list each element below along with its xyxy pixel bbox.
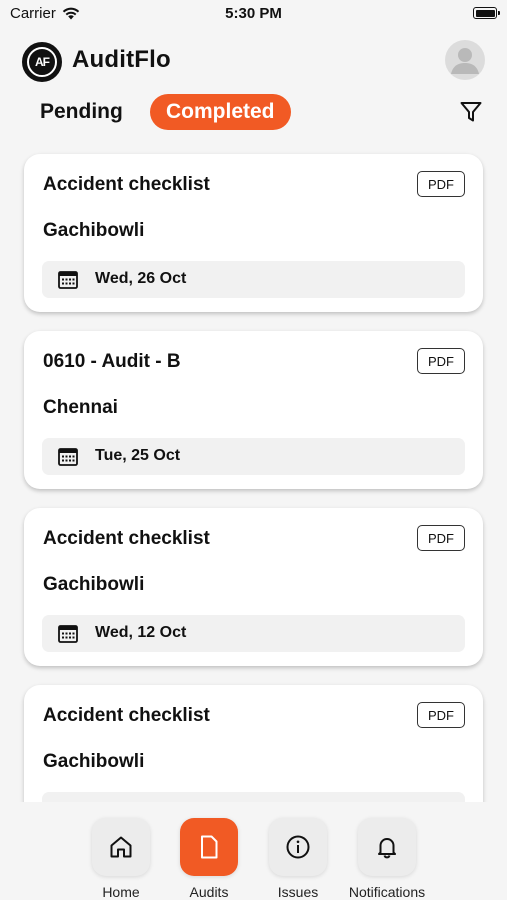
nav-notifications-button[interactable] [358,818,416,876]
audit-date-row: Wed, 26 Oct [42,261,465,298]
nav-item-audits[interactable]: Audits [164,818,254,900]
audit-date-row: Wed, 12 Oct [42,615,465,652]
nav-label-issues: Issues [277,884,319,900]
audit-date: Tue, 25 Oct [95,447,181,464]
user-icon [451,48,479,74]
app-header: AF AuditFlo [22,40,485,82]
nav-item-home[interactable]: Home [76,818,166,900]
audit-location: Gachibowli [43,751,145,772]
avatar[interactable] [445,40,485,80]
pdf-button[interactable]: PDF [417,525,465,551]
nav-issues-button[interactable] [269,818,327,876]
filter-icon [460,102,482,122]
audit-title: 0610 - Audit - B [43,351,181,372]
audit-title: Accident checklist [43,528,210,549]
app-title: AuditFlo [72,46,171,73]
audit-title: Accident checklist [43,705,210,726]
tab-completed[interactable]: Completed [150,94,291,130]
nav-label-notifications: Notifications [348,884,426,900]
audit-card[interactable]: Accident checklist PDF Gachibowli Wed, 2… [24,154,483,312]
info-icon [286,835,310,859]
audit-location: Gachibowli [43,220,145,241]
document-icon [201,835,218,859]
audit-date-row: Tue, 25 Oct [42,438,465,475]
pdf-button[interactable]: PDF [417,171,465,197]
audit-date: Wed, 26 Oct [95,270,187,287]
calendar-icon [58,271,78,289]
pdf-button[interactable]: PDF [417,702,465,728]
nav-home-button[interactable] [92,818,150,876]
audit-card[interactable]: 0610 - Audit - B PDF Chennai Tue, 25 Oct [24,331,483,489]
audit-card[interactable]: Accident checklist PDF Gachibowli Wed, 1… [24,508,483,666]
nav-label-audits: Audits [189,884,229,900]
app-logo: AF [22,42,62,82]
audit-title: Accident checklist [43,174,210,195]
audit-tabs: Pending Completed [22,94,485,130]
audit-date: Wed, 12 Oct [95,624,187,641]
bell-icon [378,838,396,859]
audit-card[interactable]: Accident checklist PDF Gachibowli [24,685,483,802]
calendar-icon [58,625,78,643]
pdf-button[interactable]: PDF [417,348,465,374]
status-time: 5:30 PM [225,5,282,22]
audit-list[interactable]: Accident checklist PDF Gachibowli Wed, 2… [0,150,507,802]
audit-date-row [42,792,465,802]
status-bar: Carrier 5:30 PM [0,0,507,28]
app-logo-mark: AF [27,47,57,77]
audit-location: Chennai [43,397,118,418]
nav-audits-button[interactable] [180,818,238,876]
battery-icon [473,7,500,19]
nav-label-home: Home [102,884,140,900]
nav-item-notifications[interactable]: Notifications [342,818,432,900]
nav-item-issues[interactable]: Issues [253,818,343,900]
calendar-icon [58,448,78,466]
bottom-nav: Home Audits Issues Notifications [0,802,507,900]
audit-location: Gachibowli [43,574,145,595]
home-icon [110,836,132,858]
filter-button[interactable] [457,98,485,126]
tab-pending[interactable]: Pending [40,100,123,124]
